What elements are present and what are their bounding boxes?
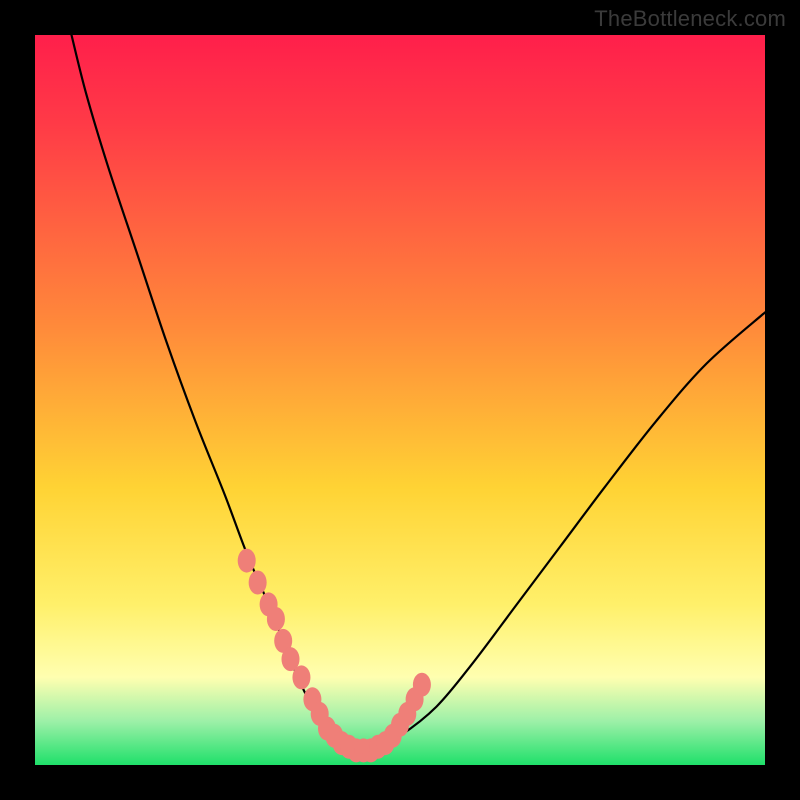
plot-area xyxy=(35,35,765,765)
curve-layer xyxy=(35,35,765,765)
marker-dot xyxy=(249,571,267,595)
watermark-text: TheBottleneck.com xyxy=(594,6,786,32)
marker-dot xyxy=(267,607,285,631)
marker-dot xyxy=(413,673,431,697)
highlight-markers xyxy=(238,549,431,763)
marker-dot xyxy=(292,665,310,689)
outer-frame: TheBottleneck.com xyxy=(0,0,800,800)
bottleneck-curve xyxy=(72,35,766,752)
marker-dot xyxy=(238,549,256,573)
